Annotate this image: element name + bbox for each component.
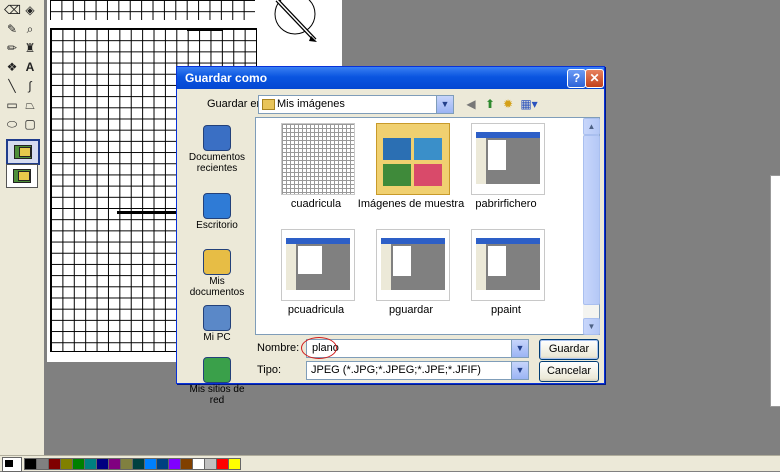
save-in-label: Guardar en:	[207, 98, 266, 110]
file-item[interactable]: pabrirfichero	[461, 120, 551, 220]
place-3[interactable]: Mi PC	[183, 301, 251, 357]
transparent-selection-option[interactable]	[6, 164, 38, 188]
folder-icon	[262, 99, 275, 110]
place-label: Mis sitios de red	[189, 384, 245, 406]
file-name: pabrirfichero	[475, 198, 537, 210]
magnifier-tool-icon[interactable]: ⌕	[22, 21, 38, 37]
curve-tool-icon[interactable]: ∫	[22, 78, 38, 94]
save-button[interactable]: Guardar	[539, 339, 599, 360]
file-thumbnail	[281, 229, 355, 301]
up-folder-icon[interactable]: ⬆	[482, 96, 498, 112]
shape-icon	[18, 171, 30, 181]
text-tool-icon[interactable]: A	[22, 59, 38, 75]
highlight-circle	[301, 337, 337, 359]
file-item[interactable]: cuadricula	[271, 120, 361, 220]
new-folder-icon[interactable]: ✹	[500, 96, 516, 112]
network-places-icon	[203, 357, 231, 383]
file-name: pguardar	[388, 304, 434, 316]
color-picker-tool-icon[interactable]: ✎	[4, 21, 20, 37]
file-item[interactable]: ppaint	[461, 226, 551, 326]
my-computer-icon	[203, 305, 231, 331]
thick-line	[187, 28, 223, 31]
polygon-tool-icon[interactable]: ⏢	[22, 97, 38, 113]
rounded-rectangle-tool-icon[interactable]: ▢	[22, 116, 38, 132]
eraser-tool-icon[interactable]: ⌫	[4, 2, 21, 18]
place-1[interactable]: Escritorio	[183, 189, 251, 245]
file-list[interactable]: cuadricula Imágenes de muestra pabrirfiche…	[255, 117, 600, 335]
grid-drawing-top	[50, 0, 255, 20]
file-name-input[interactable]: plano ▼	[306, 339, 529, 358]
save-as-dialog: Guardar como ? ✕ Guardar en: Mis imágene…	[176, 66, 605, 406]
scrollbar-thumb[interactable]	[583, 135, 600, 305]
line-tool-icon[interactable]: ╲	[4, 78, 20, 94]
place-2[interactable]: Mis documentos	[183, 245, 251, 301]
shape-icon	[19, 147, 31, 157]
file-item[interactable]: pguardar	[366, 226, 456, 326]
foreground-color	[5, 460, 13, 467]
name-label: Nombre:	[257, 342, 300, 354]
file-thumbnail	[281, 123, 355, 195]
save-in-combo[interactable]: Mis imágenes ▼	[258, 95, 454, 114]
brush-tool-icon[interactable]: ♜	[22, 40, 38, 56]
chevron-down-icon[interactable]: ▼	[436, 96, 453, 113]
place-label: Escritorio	[196, 220, 238, 231]
back-icon[interactable]: ◀	[463, 96, 479, 112]
opaque-selection-option[interactable]	[6, 139, 40, 165]
file-item[interactable]: pcuadricula	[271, 226, 361, 326]
cancel-button[interactable]: Cancelar	[539, 361, 599, 382]
file-thumbnail	[376, 229, 450, 301]
file-name: ppaint	[491, 304, 521, 316]
chevron-down-icon[interactable]: ▼	[511, 362, 528, 379]
save-in-value: Mis imágenes	[277, 98, 345, 110]
help-button[interactable]: ?	[567, 69, 586, 88]
rectangle-tool-icon[interactable]: ▭	[4, 97, 20, 113]
place-label: Mis documentos	[189, 276, 245, 298]
places-bar: Documentos recientes Escritorio Mis docume…	[183, 117, 251, 406]
fill-tool-icon[interactable]: ◈	[22, 2, 38, 18]
file-name: cuadricula	[290, 198, 342, 210]
place-0[interactable]: Documentos recientes	[183, 121, 251, 177]
close-button[interactable]: ✕	[585, 69, 604, 88]
compass-drawing-icon	[274, 0, 317, 42]
place-4[interactable]: Mis sitios de red	[183, 353, 251, 409]
place-label: Mi PC	[203, 332, 231, 343]
dialog-titlebar[interactable]: Guardar como ? ✕	[177, 67, 604, 89]
pencil-tool-icon[interactable]: ✏	[4, 40, 20, 56]
type-label: Tipo:	[257, 364, 282, 376]
file-name: pcuadricula	[287, 304, 345, 316]
color-palette	[0, 455, 780, 472]
place-label: Documentos recientes	[188, 152, 246, 174]
file-type-select[interactable]: JPEG (*.JPG;*.JPEG;*.JPE;*.JFIF) ▼	[306, 361, 529, 380]
palette-color[interactable]	[228, 458, 241, 470]
ellipse-tool-icon[interactable]: ⬭	[4, 116, 20, 132]
my-documents-icon	[203, 249, 231, 275]
paint-toolbox: ⌫ ◈ ✎ ⌕ ✏ ♜ ❖ A ╲ ∫ ▭ ⏢ ⬭ ▢	[0, 0, 45, 455]
file-type-value: JPEG (*.JPG;*.JPEG;*.JPE;*.JFIF)	[311, 364, 481, 376]
file-thumbnail	[471, 123, 545, 195]
dialog-title: Guardar como	[185, 71, 268, 85]
airbrush-tool-icon[interactable]: ❖	[4, 59, 20, 75]
desktop-icon	[203, 193, 231, 219]
window-edge	[770, 175, 780, 407]
file-thumbnail	[376, 123, 450, 195]
chevron-down-icon[interactable]: ▼	[511, 340, 528, 357]
file-item[interactable]: Imágenes de muestra	[358, 120, 464, 220]
scroll-down-icon[interactable]: ▼	[583, 318, 600, 335]
recent-documents-icon	[203, 125, 231, 151]
vertical-scrollbar[interactable]: ▲ ▼	[583, 118, 600, 335]
file-thumbnail	[471, 229, 545, 301]
file-name: Imágenes de muestra	[357, 198, 465, 210]
view-menu-icon[interactable]: ▦▾	[518, 96, 540, 112]
scroll-up-icon[interactable]: ▲	[583, 118, 600, 135]
